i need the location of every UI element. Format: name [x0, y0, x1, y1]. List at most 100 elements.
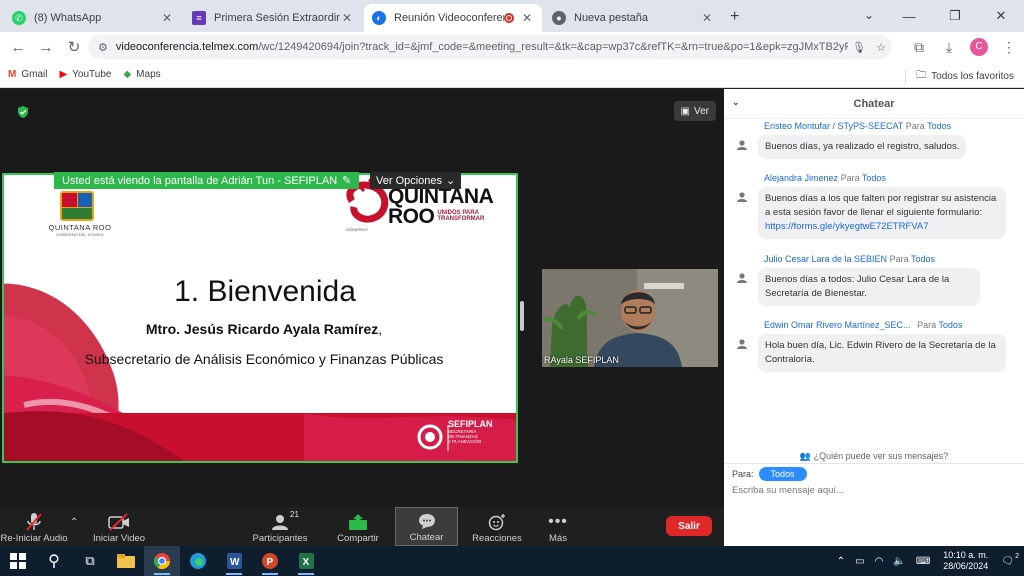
chat-bubble-icon	[417, 510, 437, 532]
chat-button[interactable]: Chatear	[395, 507, 458, 546]
participants-button[interactable]: 21 Participantes	[248, 507, 312, 546]
windows-icon	[10, 553, 26, 569]
start-button[interactable]	[0, 546, 36, 576]
people-icon: 👥	[799, 451, 812, 461]
bookmarks-bar: M Gmail ▶ YouTube ◆ Maps 🗀 Todos los fav…	[0, 62, 1024, 88]
word-icon[interactable]: W	[216, 546, 252, 576]
bookmark-youtube[interactable]: ▶ YouTube	[59, 69, 111, 80]
slide-speaker-name: Mtro. Jesús Ricardo Ayala Ramírez,	[145, 321, 383, 337]
maps-icon: ◆	[123, 69, 132, 80]
participants-icon	[269, 511, 291, 533]
muted-microphone-icon	[25, 511, 43, 533]
clock[interactable]: 10:10 a. m. 28/06/2024	[943, 550, 988, 572]
close-icon[interactable]: ✕	[700, 11, 714, 25]
tab-forms[interactable]: ≡ Primera Sesión Extraordinaria C ✕	[184, 4, 362, 32]
recipient-selector: Para: Todos	[732, 467, 807, 481]
chrome-taskbar-icon[interactable]	[144, 546, 180, 576]
volume-icon[interactable]: 🔈	[893, 556, 905, 567]
video-button[interactable]: Iniciar Video	[86, 507, 152, 546]
tab-whatsapp[interactable]: ✆ (8) WhatsApp ✕	[4, 4, 182, 32]
message-bubble: Buenos días a los que falten por registr…	[758, 187, 1006, 239]
reactions-button[interactable]: Reacciones	[470, 507, 524, 546]
chevron-up-icon[interactable]: ⌃	[837, 556, 845, 567]
svg-text:X: X	[303, 557, 310, 568]
bookmark-gmail[interactable]: M Gmail	[8, 69, 47, 80]
all-bookmarks[interactable]: 🗀 Todos los favoritos	[905, 68, 1014, 85]
search-icon[interactable]: ⚲	[36, 546, 72, 576]
forward-icon[interactable]: →	[32, 39, 60, 56]
url-text: videoconferencia.telmex.com/wc/124942069…	[115, 41, 848, 53]
back-icon[interactable]: ←	[4, 39, 32, 56]
participant-video-frame	[542, 269, 718, 367]
tab-videoconferencia[interactable]: ◐ Reunión Videoconferencia T ✕	[364, 4, 542, 32]
excel-icon[interactable]: X	[288, 546, 324, 576]
forms-icon: ≡	[192, 11, 206, 25]
smiley-icon	[487, 511, 507, 533]
share-button[interactable]: Compartir	[334, 507, 382, 546]
svg-text:W: W	[230, 557, 240, 568]
close-icon[interactable]: ✕	[520, 11, 534, 25]
restore-icon[interactable]: ❐	[932, 0, 978, 32]
shield-icon[interactable]	[16, 105, 30, 119]
windows-taskbar: ⚲ ⧉ W P X ⌃ ▭ ◠ 🔈 ⌨ 10:10 a. m. 28/06/20…	[0, 546, 1024, 576]
chat-panel: ⌄ Chatear Eristeo Montufar / STyPS-SEECA…	[724, 89, 1024, 546]
collapse-chevron-icon[interactable]: ⌄	[732, 97, 740, 108]
who-can-see-link[interactable]: 👥 ¿Quién puede ver sus mensajes?	[724, 451, 1024, 462]
close-icon[interactable]: ✕	[340, 11, 354, 25]
participants-count: 21	[290, 510, 299, 519]
shared-screen[interactable]: QUINTANA ROO GOBIERNO DEL ESTADO QUINTAN…	[2, 173, 518, 463]
view-button[interactable]: ▣ Ver	[673, 101, 716, 121]
form-link[interactable]: https://forms.gle/ykyegtwE72ETRFVA7	[765, 221, 929, 232]
chat-input[interactable]: Escriba su mensaje aquí...	[732, 485, 844, 496]
file-explorer-icon[interactable]	[108, 546, 144, 576]
address-bar[interactable]: ⚙ videoconferencia.telmex.com/wc/1249420…	[88, 35, 892, 59]
star-icon[interactable]: ☆	[870, 41, 892, 54]
slide-title: 1. Bienvenida	[174, 275, 356, 308]
microphone-icon[interactable]: 🎙	[848, 41, 870, 54]
reload-icon[interactable]: ↻	[60, 38, 88, 56]
recording-icon	[504, 13, 514, 23]
wifi-icon[interactable]: ◠	[875, 556, 884, 567]
message-bubble: Buenos días a todos: Julio Cesar Lara de…	[758, 268, 980, 306]
powerpoint-icon[interactable]: P	[252, 546, 288, 576]
state-government-logo: QUINTANA ROO GOBIERNO DEL ESTADO	[48, 223, 112, 237]
user-icon	[737, 339, 747, 349]
chevron-up-icon[interactable]: ⌃	[70, 517, 78, 528]
more-button[interactable]: ••• Más	[538, 507, 578, 546]
window-controls: — ❐ ✕	[886, 0, 1024, 32]
site-info-icon[interactable]: ⚙	[98, 41, 108, 54]
new-tab-button[interactable]: +	[730, 8, 739, 26]
bookmark-maps[interactable]: ◆ Maps	[123, 69, 160, 80]
view-options-button[interactable]: Ver Opciones ⌄	[370, 172, 462, 189]
tab-title: Nueva pestaña	[574, 12, 648, 24]
split-resize-handle[interactable]	[520, 301, 524, 331]
notification-icon[interactable]: 🗨 2	[1001, 553, 1019, 567]
chat-header: ⌄ Chatear	[724, 89, 1024, 119]
user-icon	[737, 140, 747, 150]
whatsapp-icon: ✆	[12, 11, 26, 25]
message-sender: Julio Cesar Lara de la SEBIEN Para Todos	[764, 254, 935, 264]
tab-strip: ✆ (8) WhatsApp ✕ ≡ Primera Sesión Extrao…	[0, 0, 1024, 32]
profile-avatar[interactable]: C	[970, 38, 988, 56]
chevron-down-icon: ⌄	[446, 175, 456, 187]
keyboard-icon[interactable]: ⌨	[916, 556, 930, 567]
close-icon[interactable]: ✕	[160, 11, 174, 25]
participant-name: RAyala SEFIPLAN	[544, 355, 619, 365]
minimize-icon[interactable]: —	[886, 0, 932, 32]
participant-video[interactable]: RAyala SEFIPLAN	[542, 269, 718, 367]
audio-button[interactable]: Re-Iniciar Audio	[0, 507, 68, 546]
menu-icon[interactable]: ⋮	[994, 39, 1024, 56]
extensions-icon[interactable]: ⧉	[904, 39, 934, 56]
edge-icon[interactable]	[180, 546, 216, 576]
tab-new[interactable]: ● Nueva pestaña ✕	[544, 4, 722, 32]
recipient-dropdown[interactable]: Todos	[758, 467, 807, 481]
chevron-down-icon[interactable]: ⌄	[864, 8, 874, 22]
battery-icon[interactable]: ▭	[855, 556, 864, 567]
youtube-icon: ▶	[59, 69, 68, 80]
telmex-icon: ◐	[372, 11, 386, 25]
task-view-icon[interactable]: ⧉	[72, 546, 108, 576]
download-icon[interactable]: ⤓	[934, 39, 964, 56]
close-window-icon[interactable]: ✕	[978, 0, 1024, 32]
pin-icon: ✎	[342, 175, 352, 187]
leave-button[interactable]: Salir	[666, 516, 712, 536]
